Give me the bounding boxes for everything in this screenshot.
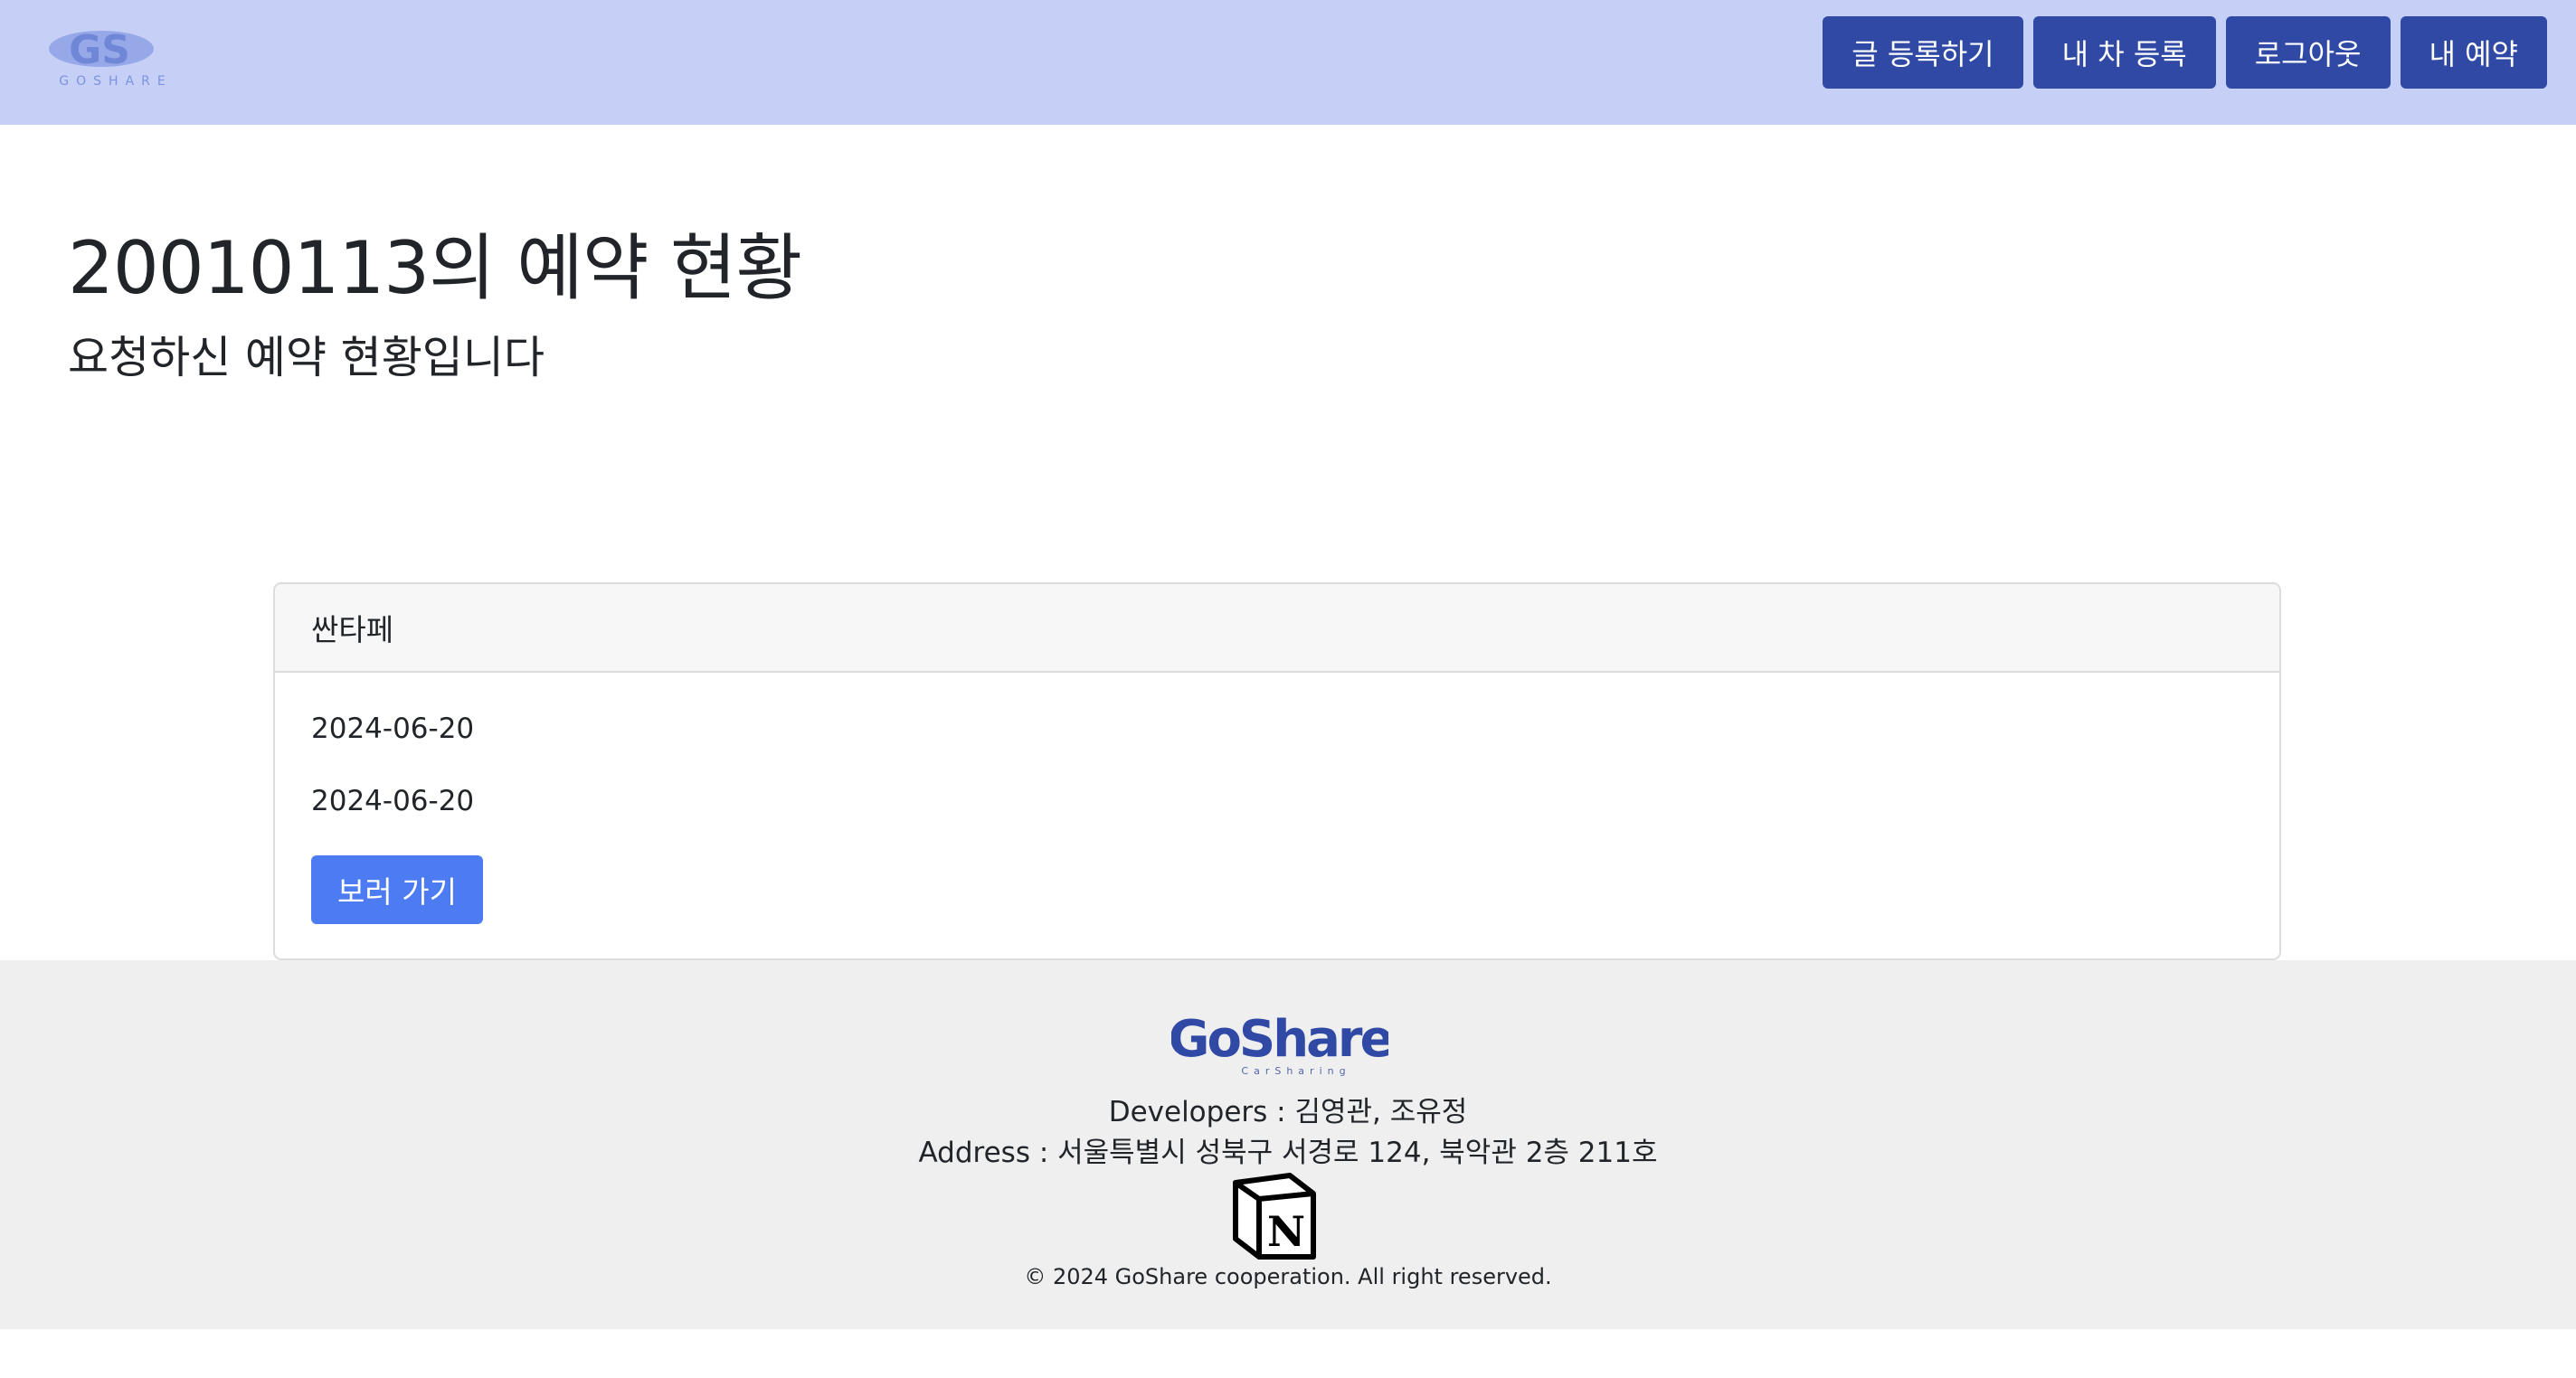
logout-button[interactable]: 로그아웃	[2225, 16, 2391, 89]
reservation-start-date: 2024-06-20	[311, 713, 475, 745]
svg-text:GOSHARE: GOSHARE	[59, 74, 172, 89]
register-car-button[interactable]: 내 차 등록	[2032, 16, 2216, 89]
svg-text:GS: GS	[69, 27, 130, 73]
copyright-text: © 2024 GoShare cooperation. All right re…	[1024, 1264, 1552, 1289]
nav-buttons: 글 등록하기 내 차 등록 로그아웃 내 예약	[1823, 16, 2547, 89]
developers-text: Developers : 김영관, 조유정	[1108, 1096, 1468, 1128]
svg-text:N: N	[1267, 1207, 1305, 1256]
reservation-end-date: 2024-06-20	[311, 785, 475, 817]
goshare-wordmark-icon: GoShare CarSharing	[1171, 1010, 1388, 1077]
write-post-button[interactable]: 글 등록하기	[1823, 16, 2023, 89]
address-text: Address : 서울특별시 성북구 서경로 124, 북악관 2층 211호	[918, 1137, 1658, 1169]
reservation-card: 싼타페 2024-06-20 2024-06-20 보러 가기	[273, 582, 2281, 960]
svg-text:GoShare: GoShare	[1171, 1010, 1388, 1069]
my-reservations-button[interactable]: 내 예약	[2400, 16, 2547, 89]
goshare-logo-icon[interactable]: GS GOSHARE	[36, 22, 199, 90]
notion-icon[interactable]: N	[1230, 1170, 1319, 1260]
page-subtitle: 요청하신 예약 현황입니다	[68, 332, 545, 383]
card-header: 싼타페	[275, 584, 2279, 673]
page-title: 20010113의 예약 현황	[68, 226, 802, 310]
car-name: 싼타페	[311, 612, 394, 647]
footer: GoShare CarSharing Developers : 김영관, 조유정…	[0, 960, 2576, 1329]
navbar: GS GOSHARE 글 등록하기 내 차 등록 로그아웃 내 예약	[0, 0, 2576, 125]
svg-text:CarSharing: CarSharing	[1241, 1065, 1350, 1077]
view-button[interactable]: 보러 가기	[311, 855, 483, 924]
